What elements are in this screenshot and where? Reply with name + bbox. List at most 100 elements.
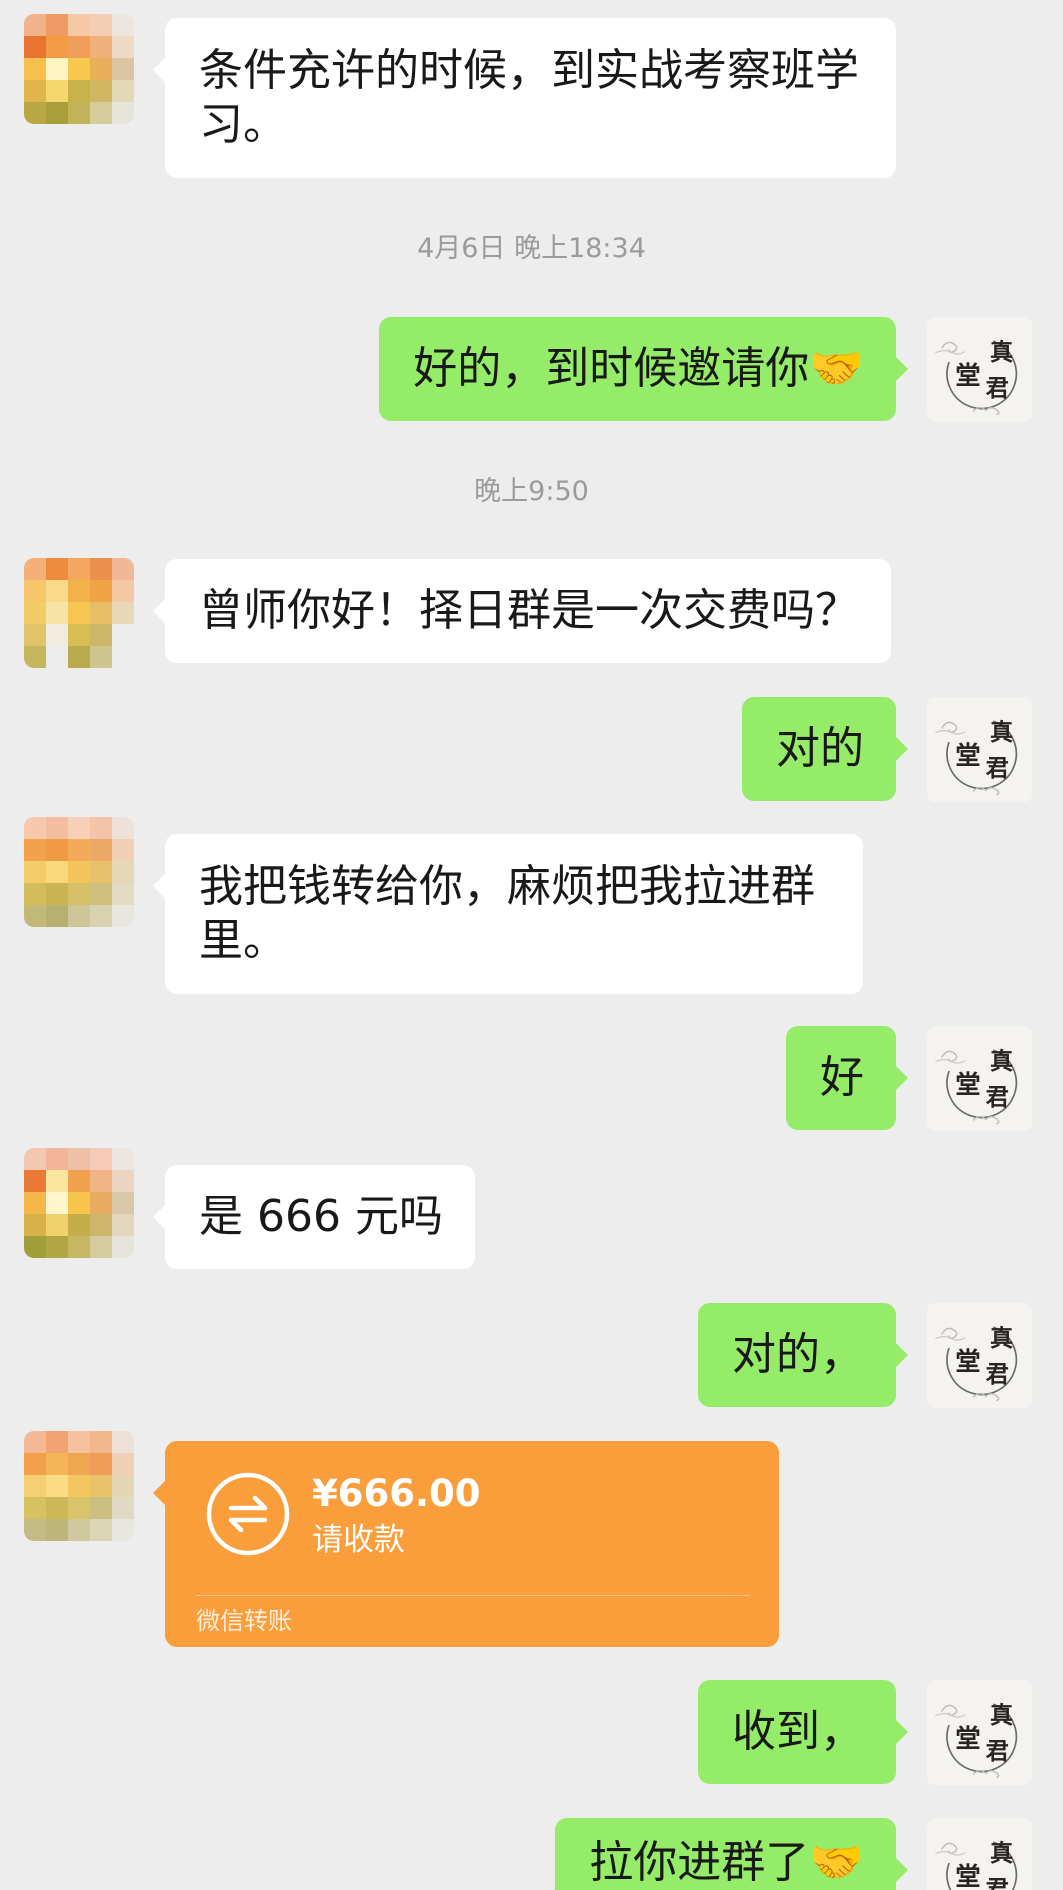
avatar-pixel <box>24 817 46 839</box>
incoming-message-bubble[interactable]: 我把钱转给你，麻烦把我拉进群里。 <box>153 834 863 994</box>
avatar-pixel <box>46 58 68 80</box>
avatar-pixel <box>68 1475 90 1497</box>
zhenjuntang-logo: 真 堂 君 <box>927 1303 1032 1408</box>
avatar-pixel <box>90 602 112 624</box>
avatar-pixel <box>112 1431 134 1453</box>
avatar-pixel <box>24 839 46 861</box>
avatar-pixel <box>24 80 46 102</box>
outgoing-message-bubble[interactable]: 好 <box>786 1026 908 1130</box>
avatar-pixel <box>46 646 68 668</box>
my-avatar[interactable]: 真 堂 君 <box>927 1026 1032 1131</box>
avatar-pixel <box>46 1475 68 1497</box>
outgoing-message-bubble[interactable]: 好的，到时候邀请你🤝 <box>379 317 908 421</box>
avatar-pixel <box>112 839 134 861</box>
avatar-pixel <box>90 36 112 58</box>
avatar-pixel <box>68 1192 90 1214</box>
avatar-pixel <box>90 102 112 124</box>
outgoing-message-bubble[interactable]: 收到， <box>698 1680 908 1784</box>
contact-avatar[interactable] <box>24 817 134 927</box>
avatar-pixel <box>68 905 90 927</box>
avatar-pixel <box>68 883 90 905</box>
logo-char: 真 <box>990 339 1013 366</box>
outgoing-message-bubble[interactable]: 对的 <box>742 697 908 801</box>
avatar-pixel <box>90 1236 112 1258</box>
transfer-divider <box>196 1595 749 1596</box>
logo-char: 堂 <box>955 1069 980 1099</box>
avatar-pixel <box>68 580 90 602</box>
avatar-pixel <box>90 14 112 36</box>
zhenjuntang-logo: 真 堂 君 <box>927 1026 1032 1131</box>
avatar-pixel <box>68 14 90 36</box>
avatar-pixel <box>24 558 46 580</box>
avatar-pixel <box>24 624 46 646</box>
avatar-pixel <box>112 1519 134 1541</box>
avatar-pixel <box>46 1214 68 1236</box>
avatar-pixel <box>68 861 90 883</box>
incoming-message-bubble[interactable]: 条件充许的时候，到实战考察班学习。 <box>153 18 896 178</box>
contact-avatar[interactable] <box>24 558 134 668</box>
avatar-pixel <box>24 1497 46 1519</box>
logo-char: 堂 <box>955 360 980 390</box>
avatar-pixel <box>46 80 68 102</box>
avatar-pixel <box>46 1236 68 1258</box>
avatar-pixel <box>90 883 112 905</box>
avatar-pixel <box>112 36 134 58</box>
incoming-message-bubble[interactable]: 是 666 元吗 <box>153 1165 475 1269</box>
message-text: 好 <box>820 1052 864 1103</box>
my-avatar[interactable]: 真 堂 君 <box>927 317 1032 422</box>
logo-char: 君 <box>986 1084 1009 1111</box>
logo-char: 堂 <box>955 740 980 770</box>
avatar-pixel <box>46 1148 68 1170</box>
message-text: 收到， <box>732 1706 864 1757</box>
avatar-pixel <box>68 36 90 58</box>
outgoing-message-bubble[interactable]: 对的， <box>698 1303 908 1407</box>
avatar-pixel <box>68 602 90 624</box>
avatar-pixel <box>68 1431 90 1453</box>
avatar-pixel <box>24 102 46 124</box>
message-text: 对的， <box>732 1329 864 1380</box>
avatar-pixel <box>112 58 134 80</box>
avatar-pixel <box>112 580 134 602</box>
avatar-pixel <box>112 80 134 102</box>
avatar-pixel <box>112 1236 134 1258</box>
my-avatar[interactable]: 真 堂 君 <box>927 1680 1032 1785</box>
avatar-pixel <box>24 1453 46 1475</box>
avatar-pixel <box>68 58 90 80</box>
avatar-pixel <box>46 1192 68 1214</box>
avatar-pixel <box>68 1497 90 1519</box>
contact-avatar[interactable] <box>24 1431 134 1541</box>
message-text: 条件充许的时候，到实战考察班学习。 <box>199 45 859 150</box>
avatar-pixel <box>24 905 46 927</box>
avatar-pixel <box>46 36 68 58</box>
transfer-arrows-icon <box>206 1472 290 1556</box>
avatar-pixel <box>68 80 90 102</box>
avatar-pixel <box>68 102 90 124</box>
avatar-pixel <box>112 102 134 124</box>
zhenjuntang-logo: 真 堂 君 <box>927 317 1032 422</box>
my-avatar[interactable]: 真 堂 君 <box>927 1303 1032 1408</box>
avatar-pixel <box>24 1148 46 1170</box>
logo-char: 君 <box>986 755 1009 782</box>
avatar-pixel <box>90 558 112 580</box>
wechat-transfer-card[interactable]: ¥666.00 请收款 微信转账 <box>153 1441 779 1647</box>
avatar-pixel <box>90 817 112 839</box>
avatar-pixel <box>24 36 46 58</box>
logo-char: 君 <box>986 1876 1009 1890</box>
avatar-pixel <box>112 817 134 839</box>
incoming-message-bubble[interactable]: 曾师你好！择日群是一次交费吗？ <box>153 559 891 663</box>
logo-char: 堂 <box>955 1346 980 1376</box>
avatar-pixel <box>46 839 68 861</box>
avatar-pixel <box>46 14 68 36</box>
outgoing-message-bubble[interactable]: 拉你进群了🤝 <box>555 1818 908 1890</box>
avatar-pixel <box>46 624 68 646</box>
avatar-pixel <box>112 1192 134 1214</box>
avatar-pixel <box>46 1519 68 1541</box>
avatar-pixel <box>46 1453 68 1475</box>
my-avatar[interactable]: 真 堂 君 <box>927 697 1032 802</box>
avatar-pixel <box>112 1475 134 1497</box>
avatar-pixel <box>46 1170 68 1192</box>
contact-avatar[interactable] <box>24 14 134 124</box>
avatar-pixel <box>90 1519 112 1541</box>
my-avatar[interactable]: 真 堂 君 <box>927 1818 1032 1890</box>
contact-avatar[interactable] <box>24 1148 134 1258</box>
